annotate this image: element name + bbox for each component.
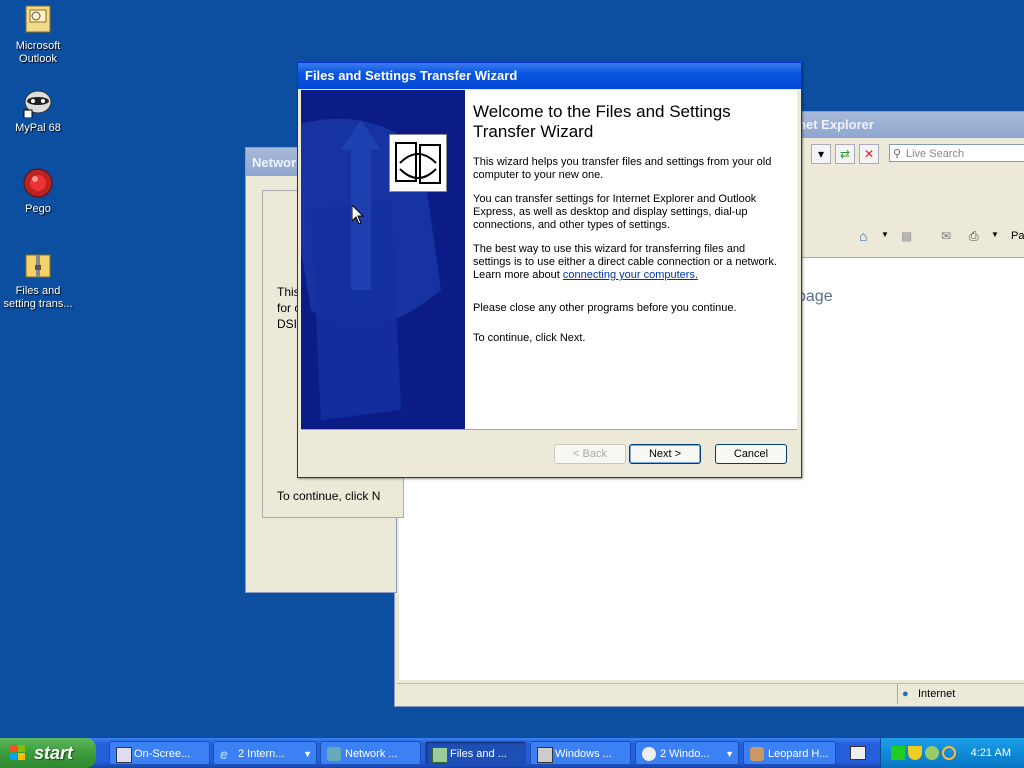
wizard-transfer-icon	[389, 134, 447, 192]
start-button[interactable]: start	[0, 738, 96, 768]
window-icon	[537, 747, 553, 763]
taskbar-button-internet-explorer[interactable]: e 2 Intern... ▼	[213, 741, 317, 765]
next-button[interactable]: Next >	[629, 444, 701, 464]
desktop-icon-label: Microsoft Outlook	[15, 40, 61, 65]
system-tray: 4:21 AM	[880, 738, 1024, 768]
taskbar-button-files-and-settings[interactable]: Files and ...	[425, 741, 526, 765]
start-label: start	[34, 743, 74, 763]
status-bar: ● Internet	[397, 683, 1024, 704]
clock[interactable]: 4:21 AM	[971, 738, 1011, 768]
network-tray-icon[interactable]	[925, 746, 939, 760]
chevron-down-icon[interactable]: ▼	[991, 230, 999, 239]
desktop-icon-mypal[interactable]: MyPal 68	[0, 86, 76, 135]
keyboard-icon	[116, 747, 132, 763]
zip-folder-icon	[22, 249, 54, 281]
desktop-icon-label: Pego	[25, 203, 51, 215]
desktop-icon-label: MyPal 68	[15, 122, 61, 134]
network-icon	[327, 747, 341, 761]
status-zone: ● Internet	[897, 684, 955, 704]
taskbar: start On-Scree... e 2 Intern... ▼ Networ…	[0, 738, 1024, 768]
chevron-down-icon: ▼	[725, 749, 734, 759]
wizard-title: Files and Settings Transfer Wizard	[298, 63, 801, 89]
search-icon: ⚲	[893, 148, 902, 160]
refresh-icon[interactable]: ⇄	[835, 144, 855, 164]
ie-icon: e	[220, 746, 228, 762]
body-text: DSI	[277, 317, 298, 331]
command-bar: ⌂ ▼ ▩ ✉ ⎙ ▼ Pa	[855, 224, 1024, 250]
feeds-icon[interactable]: ▩	[901, 229, 912, 243]
task-label: Network ...	[345, 748, 398, 760]
taskbar-button-windows-group[interactable]: 2 Windo... ▼	[635, 741, 739, 765]
transfer-wizard-icon	[432, 747, 448, 763]
page-menu-button[interactable]: Pa	[1011, 230, 1024, 242]
wizard-paragraph: You can transfer settings for Internet E…	[473, 193, 757, 231]
taskbar-button-leopard[interactable]: Leopard H...	[743, 741, 836, 765]
task-label: On-Scree...	[134, 748, 191, 760]
connecting-computers-link[interactable]: connecting your computers.	[563, 269, 698, 281]
desktop-icon-label: Files and setting trans...	[3, 285, 73, 310]
mail-icon[interactable]: ✉	[941, 229, 951, 243]
windows-flag-icon	[10, 745, 25, 760]
wizard-paragraph: To continue, click Next.	[473, 332, 586, 344]
home-icon[interactable]: ⌂	[859, 228, 867, 244]
security-shield-icon[interactable]	[908, 746, 922, 760]
desktop-icon-outlook[interactable]: Microsoft Outlook	[0, 4, 76, 66]
taskbar-button-onscreen-keyboard[interactable]: On-Scree...	[109, 741, 210, 765]
taskbar-button-network[interactable]: Network ...	[320, 741, 421, 765]
address-dropdown-button[interactable]: ▾	[811, 144, 831, 164]
outlook-icon	[22, 4, 54, 36]
desktop-icon-files-settings[interactable]: Files and setting trans...	[0, 249, 76, 311]
tray-green-icon[interactable]	[891, 746, 905, 760]
cancel-button[interactable]: Cancel	[715, 444, 787, 464]
raccoon-icon	[22, 86, 54, 119]
wizard-paragraph: This wizard helps you transfer files and…	[473, 156, 772, 181]
globe-icon: ●	[902, 688, 909, 700]
body-text: To continue, click N	[277, 489, 381, 503]
wizard-side-banner	[301, 90, 465, 429]
chevron-down-icon[interactable]: ▼	[881, 230, 889, 239]
desktop-icon-pego[interactable]: Pego	[0, 167, 76, 216]
search-placeholder: Live Search	[906, 148, 965, 160]
task-label: Windows ...	[555, 748, 612, 760]
wizard-paragraph: Please close any other programs before y…	[473, 302, 737, 314]
wizard-heading: Welcome to the Files and Settings Transf…	[473, 102, 731, 141]
task-label: 2 Windo...	[660, 748, 710, 760]
page-heading: page	[797, 288, 833, 305]
taskbar-button-windows[interactable]: Windows ...	[530, 741, 631, 765]
divider	[301, 429, 797, 430]
task-label: Leopard H...	[768, 748, 829, 760]
status-zone-label: Internet	[918, 688, 956, 700]
live-search-input[interactable]: ⚲ Live Search	[889, 144, 1024, 162]
task-label: 2 Intern...	[238, 748, 285, 760]
print-icon[interactable]: ⎙	[969, 229, 979, 244]
leopard-icon	[750, 747, 764, 761]
chevron-down-icon: ▼	[303, 749, 312, 759]
transfer-wizard-dialog[interactable]: Files and Settings Transfer Wizard Welco…	[297, 62, 802, 478]
media-player-icon	[642, 747, 656, 761]
search-tray-icon[interactable]	[942, 746, 956, 760]
pego-icon	[22, 167, 54, 199]
wizard-content: Welcome to the Files and Settings Transf…	[465, 90, 797, 429]
keyboard-layout-icon[interactable]	[850, 746, 866, 760]
stop-icon[interactable]: ✕	[859, 144, 879, 164]
back-button[interactable]: < Back	[554, 444, 626, 464]
mouse-cursor-icon	[352, 205, 364, 225]
task-label: Files and ...	[450, 748, 507, 760]
wizard-paragraph: The best way to use this wizard for tran…	[473, 243, 783, 282]
